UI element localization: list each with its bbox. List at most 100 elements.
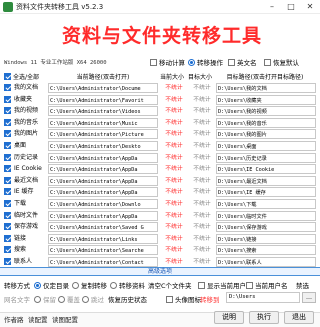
row-target-path[interactable]: D:\Users\最近文档 [216, 175, 316, 186]
only-dir-radio[interactable] [34, 281, 41, 289]
row-current-path[interactable]: C:\Users\Administrator\Saved G [48, 222, 158, 233]
table-row: 历史记录 C:\Users\Administrator\AppDa 不统计 不统计 D:… [4, 152, 316, 164]
only-dir-option[interactable]: 仅定目录 [34, 280, 69, 290]
row-current-path[interactable]: C:\Users\Administrator\Searche [48, 245, 158, 256]
row-target-path[interactable]: D:\Users\历史记录 [216, 152, 316, 163]
english-name-option[interactable]: 英文名 [228, 57, 257, 67]
transfer-op-option[interactable]: 转移操作 [188, 57, 223, 67]
row-name: 链接 [14, 234, 27, 242]
explain-button[interactable]: 说明 [214, 311, 244, 324]
head-image-checkbox[interactable] [166, 295, 173, 303]
lock-select-option[interactable]: 禁选 [296, 280, 309, 290]
exit-button[interactable]: 退出 [284, 311, 314, 324]
keep-history-option[interactable]: 恢复历史状态 [108, 294, 147, 304]
row-current-path[interactable]: C:\Users\Administrator\Music [48, 117, 158, 128]
row-current-path[interactable]: C:\Users\Administrator\Deskto [48, 141, 158, 151]
row-checkbox[interactable] [4, 165, 13, 173]
move-calc-checkbox[interactable] [150, 58, 157, 66]
row-target-path[interactable]: D:\Users\下载 [216, 199, 316, 209]
row-checkbox[interactable] [4, 130, 13, 138]
clear-empty-option[interactable]: 清空C个文件夹 [148, 280, 192, 290]
row-target-path[interactable]: D:\Users\我的图片 [216, 129, 316, 140]
row-target-path[interactable]: D:\Users\我的文档 [216, 83, 316, 93]
move-calc-option[interactable]: 移动计算 [150, 57, 185, 67]
current-user-checkbox[interactable] [246, 281, 253, 289]
author-link[interactable]: 作者路 [4, 314, 24, 324]
select-all-checkbox[interactable] [4, 73, 11, 80]
row-checkbox[interactable] [4, 211, 13, 219]
advanced-options-toggle[interactable]: 高级选项 [0, 267, 320, 276]
row-checkbox[interactable] [4, 200, 13, 207]
select-all-option[interactable]: 全选/全部 [4, 72, 39, 81]
row-target-path[interactable]: D:\Users\临时文件 [216, 210, 316, 221]
table-row: 我的图片 C:\Users\Administrator\Picture 不统计 不统计… [4, 128, 316, 140]
row-checkbox[interactable] [4, 234, 13, 242]
row-target-path[interactable]: D:\Users\联系人 [216, 257, 316, 267]
row-target-path[interactable]: D:\Users\IE Cookie [216, 164, 316, 175]
row-target-path[interactable]: D:\Users\桌面 [216, 141, 316, 151]
net-opt2-radio[interactable] [58, 295, 65, 303]
header-current-path: 当前路径(双击打开) [76, 74, 130, 81]
head-image-option[interactable]: 头像图标 [166, 294, 201, 304]
net-opt1[interactable]: 保留 [34, 294, 56, 304]
row-target-size: 不统计 [193, 224, 211, 231]
row-target-path[interactable]: D:\Users\我的视频 [216, 106, 316, 117]
restore-default-checkbox[interactable] [264, 58, 271, 66]
row-checkbox[interactable] [4, 258, 13, 265]
close-icon[interactable]: ✕ [300, 0, 320, 14]
row-checkbox[interactable] [4, 176, 13, 184]
maximize-icon[interactable]: □ [281, 0, 301, 14]
show-user-option[interactable]: 显示当前用户 [198, 280, 246, 290]
destination-path-input[interactable]: D:\Users [226, 292, 300, 303]
minimize-icon[interactable]: – [262, 0, 282, 14]
row-checkbox[interactable] [4, 118, 13, 126]
row-current-path[interactable]: C:\Users\Administrator\AppDa [48, 164, 158, 175]
image-link[interactable]: 读图配置 [52, 314, 78, 324]
row-current-path[interactable]: C:\Users\Administrator\Videos [48, 106, 158, 117]
english-name-checkbox[interactable] [228, 58, 235, 66]
show-user-checkbox[interactable] [198, 281, 205, 289]
restore-default-option[interactable]: 恢复默认 [264, 57, 299, 67]
row-current-path[interactable]: C:\Users\Administrator\Links [48, 233, 158, 244]
row-checkbox[interactable] [4, 246, 13, 254]
row-current-path[interactable]: C:\Users\Administrator\AppDa [48, 152, 158, 163]
current-user-option[interactable]: 当前用户名 [246, 280, 288, 290]
copy-transfer-radio[interactable] [72, 281, 79, 289]
net-opt3-radio[interactable] [82, 295, 89, 303]
row-current-path[interactable]: C:\Users\Administrator\AppDa [48, 187, 158, 198]
row-checkbox[interactable] [4, 84, 13, 91]
net-opt3[interactable]: 跳过 [82, 294, 104, 304]
row-target-path[interactable]: D:\Users\链接 [216, 233, 316, 244]
row-current-path[interactable]: C:\Users\Administrator\Contact [48, 257, 158, 267]
copy-transfer-option[interactable]: 复制转移 [72, 280, 107, 290]
row-current-path[interactable]: C:\Users\Administrator\Docume [48, 83, 158, 93]
row-current-path[interactable]: C:\Users\Administrator\Picture [48, 129, 158, 140]
row-checkbox[interactable] [4, 107, 13, 115]
net-opt1-radio[interactable] [34, 295, 41, 303]
row-target-path[interactable]: D:\Users\收藏夹 [216, 94, 316, 105]
row-checkbox[interactable] [4, 188, 13, 196]
header-target-size: 目标大小 [187, 74, 212, 81]
browse-button[interactable]: … [302, 292, 316, 303]
row-checkbox[interactable] [4, 153, 13, 161]
row-target-size: 不统计 [193, 154, 211, 161]
table-row: 临时文件 C:\Users\Administrator\AppDa 不统计 不统计 D:… [4, 210, 316, 222]
row-target-path[interactable]: D:\Users\IE 缓存 [216, 187, 316, 198]
transfer-op-radio[interactable] [188, 58, 195, 66]
row-current-path[interactable]: C:\Users\Administrator\Favorit [48, 94, 158, 105]
row-current-size: 不统计 [165, 224, 183, 231]
row-checkbox[interactable] [4, 95, 13, 103]
move-transfer-radio[interactable] [110, 281, 117, 289]
row-target-path[interactable]: D:\Users\搜索 [216, 245, 316, 256]
row-target-path[interactable]: D:\Users\我的音乐 [216, 117, 316, 128]
net-opt2[interactable]: 覆盖 [58, 294, 80, 304]
execute-button[interactable]: 执行 [249, 311, 279, 324]
row-current-path[interactable]: C:\Users\Administrator\Downlo [48, 199, 158, 209]
move-transfer-option[interactable]: 转移资料 [110, 280, 145, 290]
guide-link[interactable]: 读配置 [28, 314, 48, 324]
row-target-path[interactable]: D:\Users\保存游戏 [216, 222, 316, 233]
row-checkbox[interactable] [4, 223, 13, 231]
row-checkbox[interactable] [4, 142, 13, 149]
row-current-path[interactable]: C:\Users\Administrator\AppDa [48, 210, 158, 221]
row-current-path[interactable]: C:\Users\Administrator\AppDa [48, 175, 158, 186]
